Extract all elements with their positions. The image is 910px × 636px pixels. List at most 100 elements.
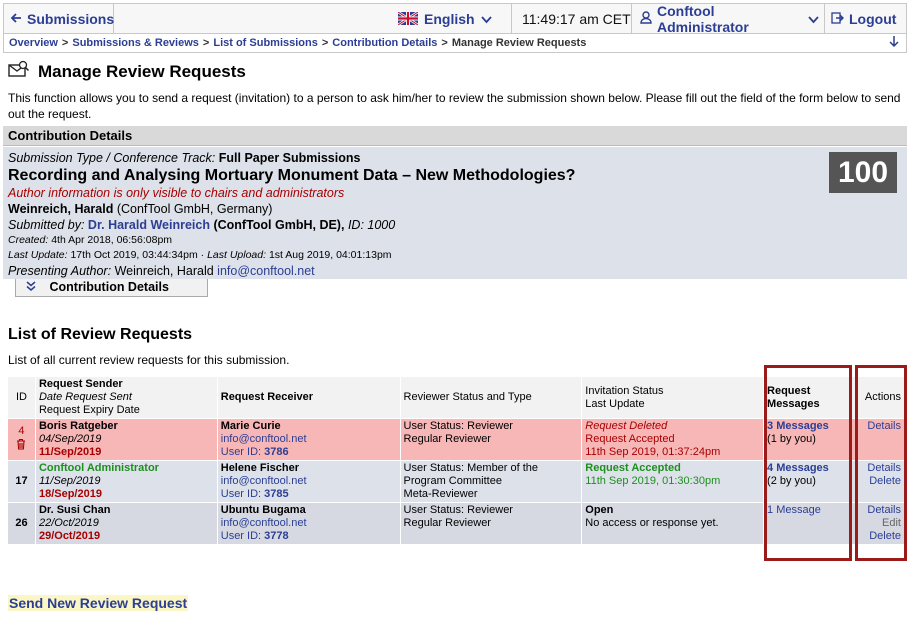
receiver-name: Ubuntu Bugama <box>220 504 306 516</box>
receiver-cell: Ubuntu Bugama info@conftool.net User ID:… <box>216 502 401 545</box>
user-id-label: User ID: <box>220 488 262 500</box>
contribution-details-toggle[interactable]: Contribution Details <box>15 279 208 297</box>
invitation-cell: Open No access or response yet. <box>581 502 765 545</box>
list-subtitle: List of all current review requests for … <box>8 353 290 367</box>
sender-cell: Dr. Susi Chan 22/Oct/2019 29/Oct/2019 <box>34 502 218 545</box>
trash-icon <box>11 438 32 454</box>
toggle-label: Contribution Details <box>49 280 169 294</box>
type-label: Submission Type / Conference Track: <box>8 151 216 165</box>
presenting-name: Weinreich, Harald <box>114 264 214 278</box>
contribution-details-panel: Submission Type / Conference Track: Full… <box>3 147 907 279</box>
row-id-cell: 4 <box>7 418 36 461</box>
invitation-status: Request Accepted <box>585 433 675 445</box>
sender-cell: Conftool Administrator 11/Sep/2019 18/Se… <box>34 460 218 503</box>
col-receiver: Request Receiver <box>216 376 401 419</box>
reviewer-type: Meta-Reviewer <box>403 488 478 500</box>
invitation-status: Open <box>585 504 614 516</box>
sender-cell: Boris Ratgeber 04/Sep/2019 11/Sep/2019 <box>34 418 218 461</box>
uk-flag-icon <box>397 10 419 27</box>
language-selector[interactable]: English <box>392 4 512 33</box>
breadcrumb-contribution-details[interactable]: Contribution Details <box>332 37 437 49</box>
chevron-down-icon <box>480 11 492 27</box>
submitter-link[interactable]: Dr. Harald Weinreich <box>88 218 210 232</box>
intro-text: This function allows you to send a reque… <box>8 91 901 121</box>
breadcrumb-submissions-reviews[interactable]: Submissions & Reviews <box>72 37 199 49</box>
user-name: Conftool Administrator <box>657 2 749 35</box>
receiver-email[interactable]: info@conftool.net <box>221 475 397 488</box>
invitation-status: Request Accepted <box>585 462 681 474</box>
user-status: User Status: Member of the Program Commi… <box>403 462 539 487</box>
invitation-cell: Request Deleted Request Accepted 11th Se… <box>581 418 765 461</box>
invitation-date: 11th Sep 2019, 01:30:30pm <box>585 475 721 487</box>
sender-name: Dr. Susi Chan <box>38 504 111 516</box>
breadcrumb-list-of-submissions[interactable]: List of Submissions <box>213 37 318 49</box>
status-cell: User Status: Reviewer Regular Reviewer <box>399 502 583 545</box>
send-new-review-request-button[interactable]: Send New Review Request <box>8 595 189 611</box>
status-cell: User Status: Reviewer Regular Reviewer <box>399 418 583 461</box>
breadcrumb-overview[interactable]: Overview <box>9 37 58 49</box>
receiver-cell: Helene Fischer info@conftool.net User ID… <box>216 460 401 503</box>
receiver-name: Helene Fischer <box>220 462 300 474</box>
status-cell: User Status: Member of the Program Commi… <box>399 460 583 503</box>
col-invitation: Invitation Status Last Update <box>581 376 765 419</box>
expiry-date: 11/Sep/2019 <box>38 446 102 458</box>
reviewer-type: Regular Reviewer <box>403 433 491 445</box>
logout-button[interactable]: Logout <box>825 4 906 33</box>
top-bar: Submissions English 11:49:17 am CET Conf… <box>3 2 907 35</box>
user-icon <box>640 10 652 27</box>
chevron-down-icon <box>808 11 819 27</box>
contribution-title: Recording and Analysing Mortuary Monumen… <box>8 167 576 184</box>
created-value: 4th Apr 2018, 06:56:08pm <box>51 234 173 246</box>
row-id: 4 <box>18 425 25 437</box>
expiry-date: 29/Oct/2019 <box>38 530 101 542</box>
row-id: 17 <box>7 460 36 503</box>
type-value: Full Paper Submissions <box>218 151 361 165</box>
review-request-icon <box>8 60 30 83</box>
double-chevron-down-icon <box>26 280 39 294</box>
user-id: 3785 <box>264 488 289 500</box>
sender-name: Boris Ratgeber <box>38 420 118 432</box>
submission-id: ID: 1000 <box>347 218 396 232</box>
presenting-email[interactable]: info@conftool.net <box>217 264 314 278</box>
receiver-name: Marie Curie <box>220 420 281 432</box>
author-org: (ConfTool GmbH, Germany) <box>116 202 273 216</box>
col-sender: Request Sender Date Request Sent Request E… <box>34 376 218 419</box>
date-sent: 11/Sep/2019 <box>38 475 101 487</box>
arrow-left-icon <box>10 11 22 27</box>
submissions-label: Submissions <box>27 10 115 27</box>
sender-name: Conftool Administrator <box>38 462 159 474</box>
user-id: 3778 <box>264 530 289 542</box>
breadcrumb: Overview > Submissions & Reviews > List of… <box>3 34 907 53</box>
scroll-down-icon[interactable] <box>888 35 900 51</box>
receiver-email[interactable]: info@conftool.net <box>221 517 397 530</box>
user-id: 3786 <box>264 446 289 458</box>
invitation-deleted: Request Deleted <box>585 420 668 432</box>
author-notice: Author information is only visible to ch… <box>8 186 345 200</box>
score-badge: 100 <box>829 152 897 193</box>
language-label: English <box>424 10 475 27</box>
col-status: Reviewer Status and Type <box>399 376 583 419</box>
clock: 11:49:17 am CET <box>512 4 632 33</box>
user-status: User Status: Reviewer <box>403 420 513 432</box>
user-menu[interactable]: Conftool Administrator <box>632 2 825 35</box>
user-id-label: User ID: <box>220 530 262 542</box>
created-label: Created: <box>8 234 49 246</box>
user-status: User Status: Reviewer <box>403 504 513 516</box>
receiver-email[interactable]: info@conftool.net <box>221 433 397 446</box>
last-upload-value: 1st Aug 2019, 04:01:13pm <box>268 249 392 261</box>
messages-highlight <box>764 365 852 561</box>
author-name: Weinreich, Harald <box>8 202 114 216</box>
reviewer-type: Regular Reviewer <box>403 517 491 529</box>
submitter-org: (ConfTool GmbH, DE), <box>213 218 345 232</box>
date-sent: 04/Sep/2019 <box>38 433 102 445</box>
expiry-date: 18/Sep/2019 <box>38 488 102 500</box>
invitation-note: No access or response yet. <box>585 517 719 529</box>
invitation-date: 11th Sep 2019, 01:37:24pm <box>585 446 721 458</box>
contribution-details-header: Contribution Details <box>3 126 907 146</box>
row-id: 26 <box>7 502 36 545</box>
presenting-label: Presenting Author: <box>8 264 112 278</box>
submissions-nav[interactable]: Submissions <box>4 4 114 33</box>
page-title-row: Manage Review Requests <box>8 60 246 83</box>
col-id: ID <box>7 376 36 419</box>
actions-highlight <box>855 365 907 561</box>
